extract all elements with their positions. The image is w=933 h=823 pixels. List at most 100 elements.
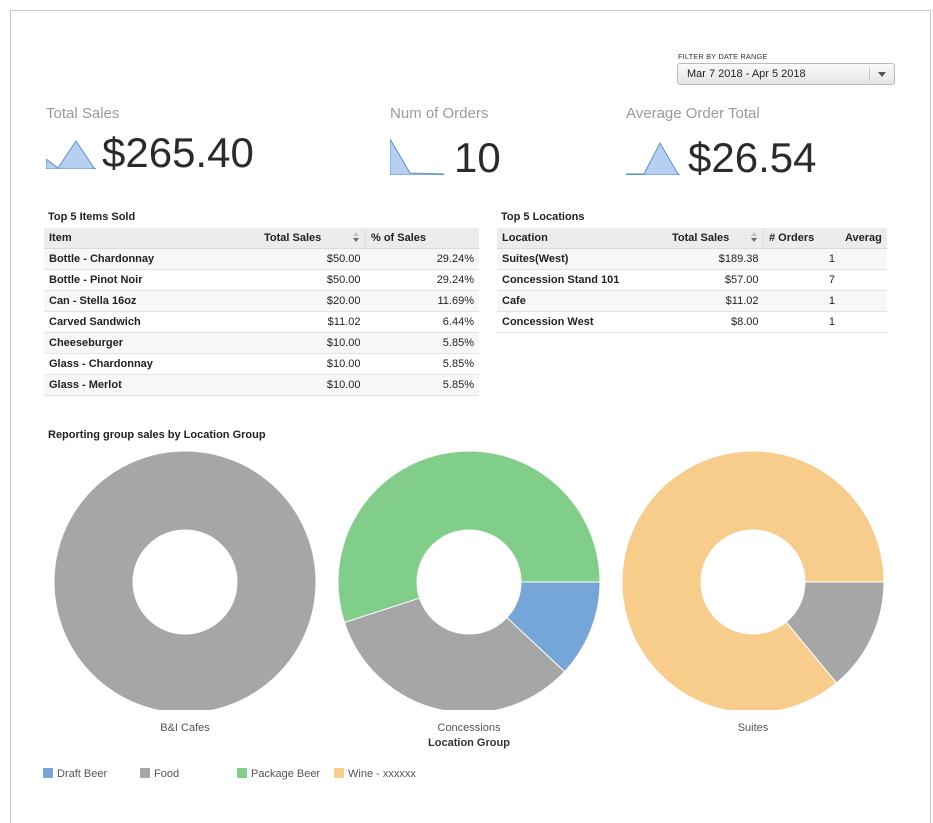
chevron-down-icon[interactable] — [878, 72, 886, 77]
category-label-b-and-i-cafes: B&I Cafes — [160, 722, 210, 734]
item-name: Bottle - Chardonnay — [44, 248, 259, 270]
top-items-title: Top 5 Items Sold — [48, 211, 136, 223]
sparkline-icon — [626, 141, 680, 175]
item-name: Glass - Merlot — [44, 374, 259, 396]
location-name: Concession Stand 101 — [497, 269, 667, 291]
item-name: Carved Sandwich — [44, 311, 259, 333]
legend-label: Draft Beer — [57, 768, 108, 780]
table-row: Glass - Merlot $10.00 5.85% — [44, 374, 479, 396]
sparkline-icon — [390, 138, 444, 175]
location-group-donut-chart — [53, 450, 885, 710]
legend-item-package-beer[interactable]: Package Beer — [237, 768, 320, 780]
kpi-value: $26.54 — [688, 134, 817, 181]
sort-icon[interactable] — [353, 232, 359, 244]
table-row: Concession Stand 101 $57.00 7 — [497, 269, 887, 291]
top-locations-table: Location Total Sales # Orders Averag Sui… — [497, 228, 887, 333]
donut-slice-b-i-cafes-food[interactable] — [53, 450, 317, 710]
kpi-label: Average Order Total — [626, 105, 760, 122]
location-total-sales: $8.00 — [667, 311, 764, 333]
table-row: Bottle - Pinot Noir $50.00 29.24% — [44, 269, 479, 291]
legend-label: Food — [154, 768, 180, 780]
location-name: Concession West — [497, 311, 667, 333]
kpi-total-sales: Total Sales $265.40 — [46, 105, 254, 174]
column-header-pct-sales[interactable]: % of Sales — [365, 228, 479, 249]
legend-item-food[interactable]: Food — [140, 768, 179, 780]
top-locations-title: Top 5 Locations — [501, 211, 585, 223]
location-orders: 1 — [763, 248, 840, 270]
kpi-value: 10 — [454, 134, 501, 181]
top-items-table: Item Total Sales % of Sales Bottle - Cha… — [44, 228, 479, 396]
kpi-value: $265.40 — [102, 129, 254, 176]
top-locations-scroll[interactable]: Location Total Sales # Orders Averag Sui… — [497, 228, 887, 338]
item-total-sales: $10.00 — [259, 332, 366, 354]
item-pct-sales: 11.69% — [365, 290, 479, 312]
legend-swatch — [334, 768, 344, 778]
item-pct-sales: 5.85% — [365, 332, 479, 354]
date-filter-label: FILTER BY DATE RANGE — [678, 52, 768, 61]
item-total-sales: $10.00 — [259, 353, 366, 375]
table-row: Suites(West) $189.38 1 — [497, 248, 887, 270]
location-total-sales: $11.02 — [667, 290, 764, 312]
item-pct-sales: 6.44% — [365, 311, 479, 333]
date-range-value: Mar 7 2018 - Apr 5 2018 — [687, 68, 806, 80]
location-total-sales: $57.00 — [667, 269, 764, 291]
table-row: Can - Stella 16oz $20.00 11.69% — [44, 290, 479, 312]
legend-swatch — [140, 768, 150, 778]
item-pct-sales: 29.24% — [365, 269, 479, 291]
location-average — [840, 248, 887, 270]
x-axis-title: Location Group — [428, 737, 510, 749]
item-total-sales: $50.00 — [259, 248, 366, 270]
column-header-total-sales[interactable]: Total Sales — [667, 228, 764, 249]
location-orders: 1 — [763, 311, 840, 333]
column-header-location[interactable]: Location — [497, 228, 667, 249]
kpi-average-order-total: Average Order Total $26.54 — [626, 105, 816, 179]
location-average — [840, 269, 887, 291]
table-row: Cheeseburger $10.00 5.85% — [44, 332, 479, 354]
location-average — [840, 290, 887, 312]
column-header-item[interactable]: Item — [44, 228, 259, 249]
item-pct-sales: 5.85% — [365, 374, 479, 396]
chart-legend: Draft Beer Food Package Beer Wine - xxxx… — [43, 768, 443, 782]
legend-item-draft-beer[interactable]: Draft Beer — [43, 768, 107, 780]
location-total-sales: $189.38 — [667, 248, 764, 270]
legend-label: Package Beer — [251, 768, 321, 780]
category-label-suites: Suites — [737, 722, 769, 734]
column-header-label: Total Sales — [264, 232, 322, 244]
column-header-orders[interactable]: # Orders — [763, 228, 840, 249]
select-divider — [869, 67, 870, 81]
table-row: Cafe $11.02 1 — [497, 290, 887, 312]
item-name: Cheeseburger — [44, 332, 259, 354]
item-pct-sales: 5.85% — [365, 353, 479, 375]
location-orders: 1 — [763, 290, 840, 312]
kpi-label: Num of Orders — [390, 105, 489, 122]
location-orders: 7 — [763, 269, 840, 291]
column-header-average[interactable]: Averag — [840, 228, 887, 249]
table-row: Bottle - Chardonnay $50.00 29.24% — [44, 248, 479, 270]
legend-item-wine[interactable]: Wine - xxxxxx — [334, 768, 416, 780]
item-total-sales: $50.00 — [259, 269, 366, 291]
category-label-concessions: Concessions — [437, 722, 501, 734]
column-header-label: Total Sales — [672, 232, 730, 244]
sort-icon[interactable] — [751, 232, 757, 244]
kpi-num-orders: Num of Orders 10 — [390, 105, 501, 179]
item-name: Glass - Chardonnay — [44, 353, 259, 375]
location-average — [840, 311, 887, 333]
location-name: Suites(West) — [497, 248, 667, 270]
legend-swatch — [237, 768, 247, 778]
item-total-sales: $11.02 — [259, 311, 366, 333]
legend-label: Wine - xxxxxx — [348, 768, 416, 780]
table-row: Carved Sandwich $11.02 6.44% — [44, 311, 479, 333]
item-name: Can - Stella 16oz — [44, 290, 259, 312]
item-name: Bottle - Pinot Noir — [44, 269, 259, 291]
item-total-sales: $10.00 — [259, 374, 366, 396]
item-pct-sales: 29.24% — [365, 248, 479, 270]
date-range-select[interactable]: Mar 7 2018 - Apr 5 2018 — [677, 63, 895, 85]
item-total-sales: $20.00 — [259, 290, 366, 312]
location-name: Cafe — [497, 290, 667, 312]
table-row: Glass - Chardonnay $10.00 5.85% — [44, 353, 479, 375]
table-row: Concession West $8.00 1 — [497, 311, 887, 333]
sparkline-icon — [46, 140, 96, 169]
kpi-label: Total Sales — [46, 105, 120, 122]
column-header-total-sales[interactable]: Total Sales — [259, 228, 366, 249]
legend-swatch — [43, 768, 53, 778]
